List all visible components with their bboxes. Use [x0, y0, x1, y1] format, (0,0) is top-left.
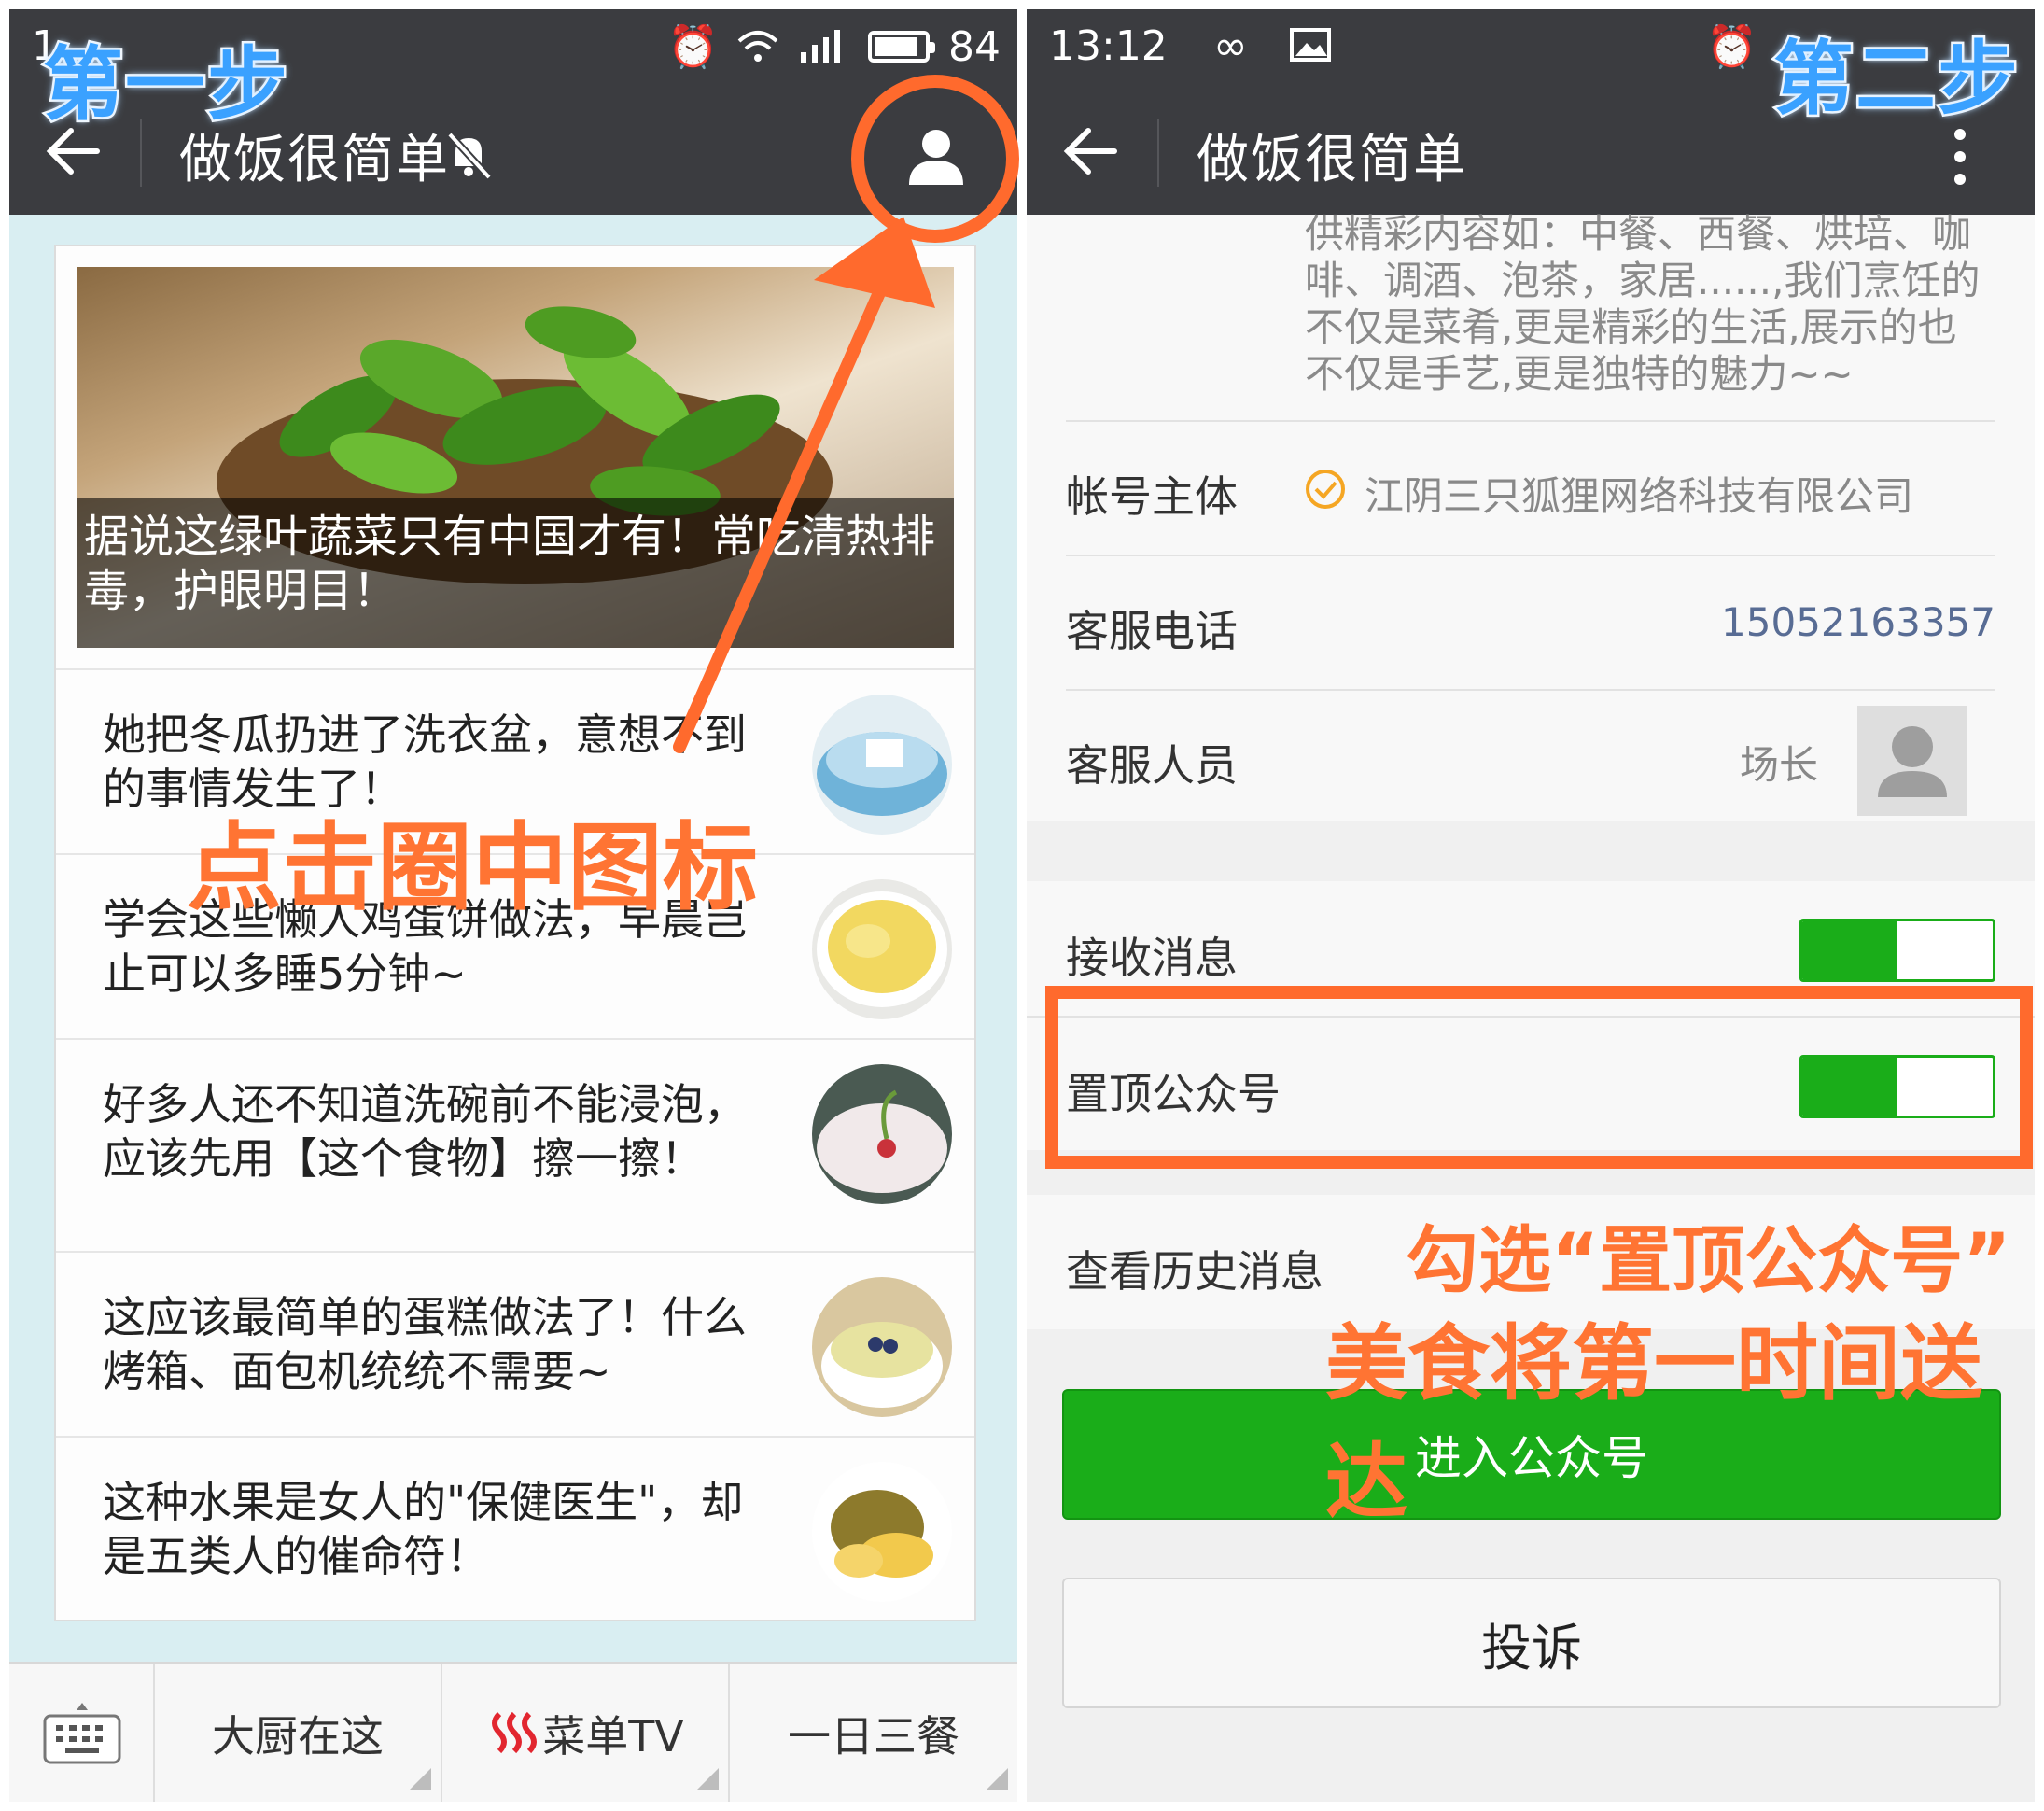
row-value: 场长 [1739, 742, 1818, 788]
menu-item-label: 大厨在这 [212, 1711, 384, 1762]
account-subject-row: 帐号主体 江阴三只狐狸网络科技有限公司 [1066, 420, 1995, 555]
menu-item-tv[interactable]: 菜单TV [441, 1664, 728, 1802]
keyboard-icon[interactable] [43, 1703, 121, 1764]
steam-logo-icon [492, 1711, 538, 1754]
service-staff-row[interactable]: 客服人员 场长 [1066, 689, 1995, 823]
submenu-corner-icon [696, 1768, 719, 1790]
hero-article[interactable]: 据说这绿叶蔬菜只有中国才有！常吃清热排毒，护眼明目！ [77, 267, 954, 648]
row-label: 查看历史消息 [1066, 1246, 1323, 1297]
wifi-icon [737, 31, 778, 62]
report-button[interactable]: 投诉 [1062, 1578, 2001, 1708]
article-item[interactable]: 好多人还不知道洗碗前不能浸泡，应该先用【这个食物】擦一擦！ [56, 1038, 974, 1251]
alarm-icon: ⏰ [1706, 23, 1757, 71]
infinity-icon: ∞ [1213, 22, 1248, 70]
nav-title: 做饭很简单 [1197, 130, 1467, 190]
service-phone-row[interactable]: 客服电话 15052163357 [1066, 555, 1995, 689]
pin-hint-line2: 美食将第一时间送达 [1325, 1315, 1983, 1530]
status-icons: ⏰ 84 [667, 22, 1001, 72]
submenu-corner-icon [409, 1768, 431, 1790]
article-thumbnail [812, 879, 952, 1019]
article-thumbnail [812, 1064, 952, 1204]
account-info: 供精彩内容如：中餐、西餐、烘培、咖啡、调酒、泡茶，家居......,我们烹饪的不… [1027, 211, 2035, 823]
menu-item-chef[interactable]: 大厨在这 [153, 1664, 441, 1802]
article-item[interactable]: 这应该最简单的蛋糕做法了！什么烤箱、面包机统统不需要~ [56, 1251, 974, 1436]
pin-hint-line1: 勾选“置顶公众号” [1406, 1219, 2011, 1303]
highlight-circle [851, 75, 1019, 243]
signal-icon [801, 30, 840, 63]
article-item[interactable]: 这种水果是女人的"保健医生"，却是五类人的催命符！ [56, 1436, 974, 1621]
menu-item-label: 菜单TV [542, 1711, 684, 1762]
article-title: 这应该最简单的蛋糕做法了！什么烤箱、面包机统统不需要~ [103, 1292, 747, 1397]
menu-bar: 大厨在这 菜单TV 一日三餐 [9, 1662, 1017, 1802]
user-avatar-icon [1878, 726, 1947, 797]
article-title: 这种水果是女人的"保健医生"，却是五类人的催命符！ [103, 1477, 744, 1581]
tap-hint-text: 点击圈中图标 [187, 813, 758, 924]
step-two-label: 第二步 [1771, 31, 2021, 129]
receive-messages-toggle[interactable] [1799, 919, 1995, 982]
battery-level: 84 [948, 22, 1001, 71]
article-thumbnail [812, 1277, 952, 1417]
row-label: 客服电话 [1066, 606, 1238, 656]
back-arrow-icon[interactable] [1062, 125, 1118, 177]
toggle-fill [1802, 921, 1897, 979]
row-label: 客服人员 [1066, 740, 1238, 791]
menu-item-label: 一日三餐 [788, 1711, 959, 1762]
hero-caption: 据说这绿叶蔬菜只有中国才有！常吃清热排毒，护眼明目！ [77, 498, 954, 648]
alarm-icon: ⏰ [667, 23, 719, 71]
nav-divider [1157, 119, 1159, 187]
image-icon [1290, 28, 1331, 62]
mute-bell-icon [447, 132, 492, 180]
article-title: 好多人还不知道洗碗前不能浸泡，应该先用【这个食物】擦一擦！ [103, 1079, 747, 1184]
step-one-label: 第一步 [41, 36, 290, 134]
article-feed: 据说这绿叶蔬菜只有中国才有！常吃清热排毒，护眼明目！ 她把冬瓜扔进了洗衣盆，意想… [54, 245, 976, 1621]
verified-icon [1306, 470, 1345, 509]
menu-item-meals[interactable]: 一日三餐 [728, 1664, 1017, 1802]
status-time: 13:12 [1049, 22, 1168, 70]
row-label: 接收消息 [1066, 933, 1238, 983]
article-thumbnail [812, 1462, 952, 1602]
submenu-corner-icon [986, 1768, 1008, 1790]
account-intro: 供精彩内容如：中餐、西餐、烘培、咖啡、调酒、泡茶，家居......,我们烹饪的不… [1305, 211, 1981, 397]
row-value: 江阴三只狐狸网络科技有限公司 [1365, 473, 1914, 519]
phone-number-link[interactable]: 15052163357 [1721, 599, 1995, 645]
avatar[interactable] [1857, 706, 1967, 816]
more-options-icon[interactable] [1951, 127, 1969, 187]
row-label: 帐号主体 [1066, 471, 1238, 522]
highlight-box [1045, 986, 2033, 1169]
article-thumbnail [812, 695, 952, 835]
battery-icon [868, 31, 935, 63]
